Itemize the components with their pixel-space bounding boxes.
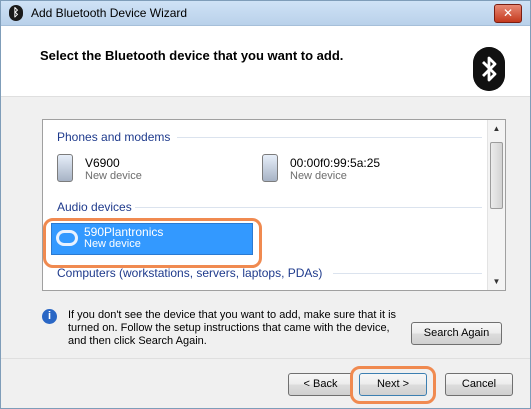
- close-button[interactable]: ✕: [494, 4, 522, 23]
- scroll-up-arrow-icon[interactable]: ▲: [488, 120, 505, 137]
- scroll-thumb[interactable]: [490, 142, 503, 209]
- page-heading: Select the Bluetooth device that you wan…: [40, 48, 344, 63]
- group-computers: Computers (workstations, servers, laptop…: [57, 266, 323, 280]
- device-status: New device: [290, 170, 347, 182]
- title-bar[interactable]: ᛒ Add Bluetooth Device Wizard ✕: [1, 1, 530, 26]
- phone-icon: [262, 154, 278, 182]
- vertical-scrollbar[interactable]: ▲ ▼: [487, 120, 505, 290]
- footer-divider: [1, 358, 530, 359]
- selection-highlight: [43, 218, 262, 268]
- window-title: Add Bluetooth Device Wizard: [31, 6, 188, 20]
- group-divider: [135, 207, 482, 208]
- group-divider: [177, 137, 482, 138]
- search-again-button[interactable]: Search Again: [411, 322, 502, 345]
- info-icon: i: [42, 309, 57, 324]
- device-name: V6900: [85, 156, 120, 170]
- group-divider: [333, 273, 482, 274]
- device-00-00f0-99-5a-25[interactable]: 00:00f0:99:5a:25 New device: [262, 154, 462, 188]
- group-audio-devices: Audio devices: [57, 200, 132, 214]
- phone-icon: [57, 154, 73, 182]
- group-phones-modems: Phones and modems: [57, 130, 171, 144]
- info-message: If you don't see the device that you wan…: [68, 309, 397, 347]
- wizard-window: ᛒ Add Bluetooth Device Wizard ✕ Select t…: [0, 0, 531, 409]
- device-name: 00:00f0:99:5a:25: [290, 156, 381, 170]
- scroll-down-arrow-icon[interactable]: ▼: [488, 273, 505, 290]
- device-status: New device: [85, 170, 142, 182]
- bluetooth-logo-icon: [473, 47, 505, 91]
- next-highlight: [350, 366, 436, 404]
- bluetooth-icon: ᛒ: [9, 5, 23, 21]
- cancel-button[interactable]: Cancel: [445, 373, 513, 396]
- back-button[interactable]: < Back: [288, 373, 353, 396]
- device-v6900[interactable]: V6900 New device: [57, 154, 237, 188]
